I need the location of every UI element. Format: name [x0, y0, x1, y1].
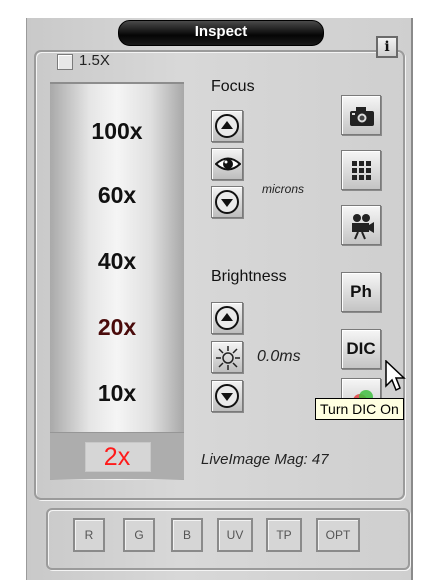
- magnification-20x[interactable]: 20x: [50, 314, 184, 341]
- magnifier-1-5x-checkbox[interactable]: [57, 54, 73, 70]
- focus-units: microns: [262, 182, 305, 196]
- channel-g-button[interactable]: G: [123, 518, 155, 552]
- focus-down-button[interactable]: [211, 186, 243, 218]
- exposure-value: 0.0ms: [257, 348, 301, 365]
- focus-label: Focus: [211, 78, 255, 95]
- magnifier-1-5x-label: 1.5X: [79, 52, 110, 69]
- record-movie-button[interactable]: [341, 205, 381, 245]
- snapshot-button[interactable]: [341, 95, 381, 135]
- grid-icon: [352, 161, 371, 180]
- movie-camera-icon: [352, 214, 374, 240]
- dic-tooltip: Turn DIC On: [315, 398, 404, 420]
- window-title: Inspect: [118, 20, 324, 46]
- up-arrow-icon: [215, 114, 239, 138]
- channel-r-button[interactable]: R: [73, 518, 105, 552]
- dic-button[interactable]: DIC: [341, 329, 381, 369]
- channel-uv-button[interactable]: UV: [217, 518, 253, 552]
- camera-icon: [350, 107, 374, 126]
- brightness-label: Brightness: [211, 268, 287, 285]
- magnification-40x[interactable]: 40x: [50, 248, 184, 275]
- down-arrow-icon: [215, 384, 239, 408]
- phase-contrast-button[interactable]: Ph: [341, 272, 381, 312]
- magnification-10x[interactable]: 10x: [50, 380, 184, 407]
- info-button[interactable]: i: [376, 36, 398, 58]
- brightness-up-button[interactable]: [211, 302, 243, 334]
- eye-icon: [215, 157, 241, 171]
- magnification-100x[interactable]: 100x: [50, 118, 184, 145]
- brightness-auto-button[interactable]: [211, 341, 243, 373]
- tile-grid-button[interactable]: [341, 150, 381, 190]
- up-arrow-icon: [215, 306, 239, 330]
- channel-b-button[interactable]: B: [171, 518, 203, 552]
- focus-up-button[interactable]: [211, 110, 243, 142]
- brightness-sun-icon: [216, 346, 240, 370]
- channel-opt-button[interactable]: OPT: [316, 518, 360, 552]
- brightness-down-button[interactable]: [211, 380, 243, 412]
- mouse-pointer-icon: [385, 360, 406, 392]
- focus-live-button[interactable]: [211, 148, 243, 180]
- magnification-60x[interactable]: 60x: [50, 182, 184, 209]
- magnification-2x[interactable]: 2x: [50, 443, 184, 472]
- channel-tp-button[interactable]: TP: [266, 518, 302, 552]
- down-arrow-icon: [215, 190, 239, 214]
- live-image-mag: LiveImage Mag: 47: [201, 451, 329, 468]
